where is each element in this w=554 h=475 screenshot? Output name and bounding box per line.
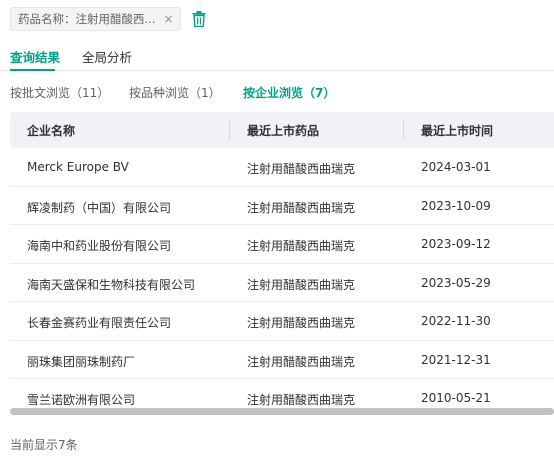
cell-drug: 注射用醋酸西曲瑞克 xyxy=(247,277,356,292)
cell-company[interactable]: 雪兰诺欧洲有限公司 xyxy=(27,391,135,408)
column-header-company[interactable]: 企业名称 xyxy=(27,122,75,139)
cell-drug: 注射用醋酸西曲瑞克 xyxy=(247,239,356,253)
sub-tabs: 按批文浏览（11） 按品种浏览（1） 按企业浏览（7） xyxy=(0,82,554,102)
main-tabs: 查询结果 全局分析 xyxy=(0,40,554,71)
company-table: 企业名称 最近上市药品 最近上市时间 Merck Europe BV 注射用醋酸… xyxy=(10,112,554,415)
cell-date: 2024-03-01 xyxy=(421,160,491,174)
scrollbar-thumb[interactable] xyxy=(10,408,554,415)
column-divider[interactable] xyxy=(403,120,404,140)
column-header-latest-drug[interactable]: 最近上市药品 xyxy=(247,122,319,139)
tab-query-results[interactable]: 查询结果 xyxy=(10,47,60,66)
cell-drug: 注射用醋酸西曲瑞克 xyxy=(247,354,356,369)
filter-bar: 药品名称：注射用醋酸西... × xyxy=(10,6,207,32)
record-count: 当前显示7条 xyxy=(10,438,78,452)
cell-date: 2023-05-29 xyxy=(421,275,491,290)
cell-date: 2010-05-21 xyxy=(421,391,491,405)
tab-global-analysis[interactable]: 全局分析 xyxy=(82,47,132,66)
cell-date: 2021-12-31 xyxy=(421,352,491,367)
table-row[interactable]: 海南中和药业股份有限公司 注射用醋酸西曲瑞克 2023-09-12 xyxy=(10,225,554,264)
cell-company[interactable]: 辉凌制药（中国）有限公司 xyxy=(27,199,171,216)
cell-date: 2023-09-12 xyxy=(421,237,491,251)
cell-date: 2023-10-09 xyxy=(421,198,491,213)
table-header: 企业名称 最近上市药品 最近上市时间 xyxy=(10,112,554,148)
cell-date: 2022-11-30 xyxy=(421,314,491,328)
filter-chip-label: 药品名称：注射用醋酸西... xyxy=(18,12,156,26)
column-header-latest-date[interactable]: 最近上市时间 xyxy=(421,122,493,139)
tab-browse-by-company[interactable]: 按企业浏览（7） xyxy=(243,84,335,101)
active-tab-indicator xyxy=(10,69,55,71)
cell-company[interactable]: 海南中和药业股份有限公司 xyxy=(27,237,171,254)
trash-icon-svg xyxy=(192,11,206,27)
close-icon[interactable]: × xyxy=(163,12,173,26)
cell-drug: 注射用醋酸西曲瑞克 xyxy=(247,393,356,407)
cell-drug: 注射用醋酸西曲瑞克 xyxy=(247,200,356,215)
horizontal-scrollbar[interactable] xyxy=(10,408,554,415)
table-row[interactable]: 海南天盛保和生物科技有限公司 注射用醋酸西曲瑞克 2023-05-29 xyxy=(10,264,554,302)
cell-drug: 注射用醋酸西曲瑞克 xyxy=(247,316,356,330)
column-divider[interactable] xyxy=(229,120,230,140)
tab-browse-by-variety[interactable]: 按品种浏览（1） xyxy=(129,84,221,101)
cell-company[interactable]: 海南天盛保和生物科技有限公司 xyxy=(27,276,195,293)
filter-chip-drug-name[interactable]: 药品名称：注射用醋酸西... × xyxy=(10,7,181,31)
cell-company[interactable]: 长春金赛药业有限责任公司 xyxy=(27,314,171,331)
cell-company[interactable]: Merck Europe BV xyxy=(27,160,129,174)
table-row[interactable]: 长春金赛药业有限责任公司 注射用醋酸西曲瑞克 2022-11-30 xyxy=(10,302,554,341)
cell-drug: 注射用醋酸西曲瑞克 xyxy=(247,162,356,176)
table-row[interactable]: Merck Europe BV 注射用醋酸西曲瑞克 2024-03-01 xyxy=(10,148,554,187)
trash-icon[interactable] xyxy=(191,10,207,28)
table-row[interactable]: 辉凌制药（中国）有限公司 注射用醋酸西曲瑞克 2023-10-09 xyxy=(10,187,554,225)
tab-browse-by-approval[interactable]: 按批文浏览（11） xyxy=(10,84,109,101)
table-row[interactable]: 丽珠集团丽珠制药厂 注射用醋酸西曲瑞克 2021-12-31 xyxy=(10,341,554,379)
cell-company[interactable]: 丽珠集团丽珠制药厂 xyxy=(27,353,135,370)
